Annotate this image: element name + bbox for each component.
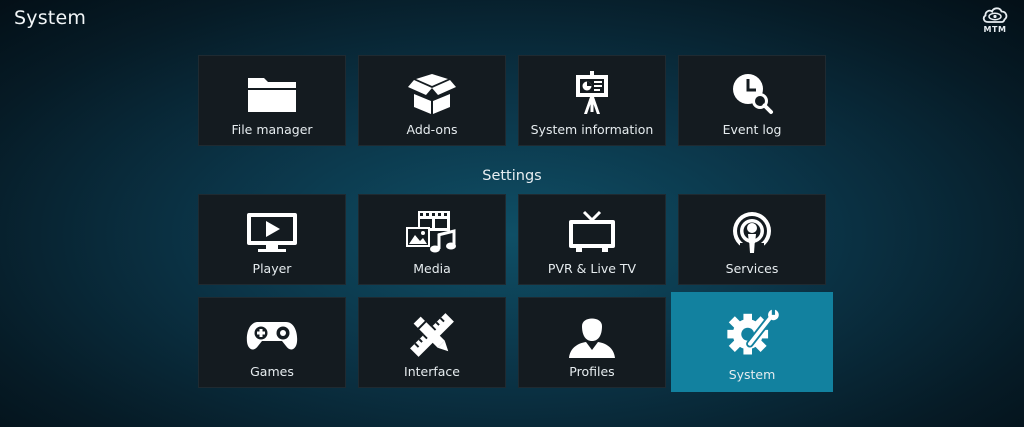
tile-label: Interface [404,364,460,379]
tile-label: Add-ons [406,122,458,137]
pencil-ruler-icon [410,313,454,357]
tile-label: Player [252,261,292,276]
tile-label: Media [413,261,451,276]
tile-media[interactable]: Media [358,194,506,285]
settings-heading: Settings [482,168,542,184]
tile-system-information[interactable]: System information [518,55,666,146]
tv-antenna-icon [569,210,615,252]
tile-event-log[interactable]: Event log [678,55,826,146]
tile-games[interactable]: Games [198,297,346,388]
tile-services[interactable]: Services [678,194,826,285]
tile-file-manager[interactable]: File manager [198,55,346,146]
tile-interface[interactable]: Interface [358,297,506,388]
clock-search-icon [733,74,773,114]
open-box-icon [408,74,456,114]
gamepad-icon [246,322,298,350]
tile-label: PVR & Live TV [547,261,637,276]
presentation-easel-icon [576,71,608,114]
gear-wrench-icon [727,308,779,355]
tile-system[interactable]: System [671,292,833,392]
logo-text: MTM [983,25,1007,34]
broadcast-icon [733,212,771,255]
tile-profiles[interactable]: Profiles [518,297,666,388]
person-icon [569,318,615,358]
folder-icon [248,78,296,112]
play-monitor-icon [247,213,297,252]
cloud-eye-icon [982,7,1008,23]
tile-label: Services [725,261,779,276]
tile-label: System [728,367,776,382]
tile-pvr-live-tv[interactable]: PVR & Live TV [518,194,666,285]
tile-label: System information [530,122,654,137]
mtm-logo: MTM [980,5,1010,34]
media-film-music-icon [406,211,456,253]
tile-label: File manager [231,122,313,137]
tile-add-ons[interactable]: Add-ons [358,55,506,146]
page-title: System [14,7,87,29]
tile-label: Event log [722,122,782,137]
tile-label: Profiles [569,364,615,379]
tile-label: Games [250,364,294,379]
tile-player[interactable]: Player [198,194,346,285]
